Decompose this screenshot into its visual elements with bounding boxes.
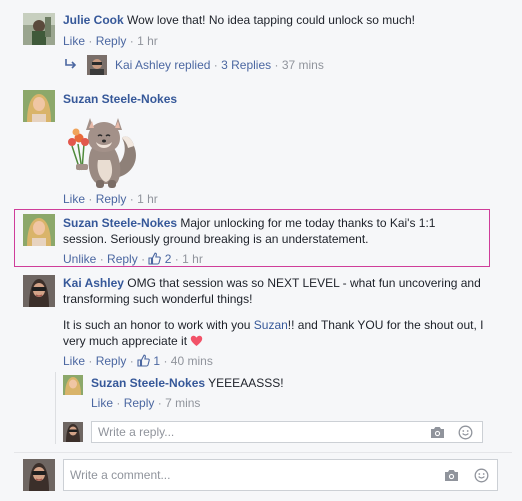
divider (14, 452, 512, 453)
comment-paragraph-2: It is such an honor to work with you Suz… (63, 318, 484, 332)
comment-actions: Like · Reply · 1 · 40 mins (63, 353, 213, 371)
comment-text: OMG that session was so NEXT LEVEL - wha… (127, 276, 481, 290)
comment-input[interactable]: Write a comment... (63, 459, 498, 491)
avatar-current-user (23, 459, 55, 491)
reply-arrow-icon (64, 58, 78, 73)
thumbs-up-icon[interactable] (148, 252, 162, 269)
like-link[interactable]: Like (63, 34, 85, 48)
smiley-icon[interactable] (474, 468, 489, 486)
comment-author[interactable]: Suzan Steele-Nokes (63, 216, 177, 230)
avatar-suzan-steele-nokes[interactable] (23, 90, 55, 122)
replies-summary[interactable]: Kai Ashley replied · 3 Replies · 37 mins (115, 57, 324, 73)
reply-link[interactable]: Reply (124, 396, 155, 410)
reply-thread-line (55, 372, 56, 444)
reply-input-placeholder: Write a reply... (98, 425, 175, 439)
like-link[interactable]: Like (91, 396, 113, 410)
reaction-count[interactable]: 1 (153, 354, 160, 368)
reply-author[interactable]: Suzan Steele-Nokes (91, 376, 205, 390)
avatar-suzan-steele-nokes[interactable] (23, 214, 55, 246)
comment-author[interactable]: Kai Ashley (63, 276, 124, 290)
like-link[interactable]: Like (63, 354, 85, 368)
replies-time: 37 mins (281, 58, 324, 72)
comment-actions: Like · Reply · 1 hr (63, 192, 158, 206)
comment-body: Suzan Steele-Nokes (63, 91, 177, 107)
comment-timestamp[interactable]: 1 hr (182, 252, 203, 266)
replies-author[interactable]: Kai Ashley (115, 58, 171, 72)
comment-author[interactable]: Julie Cook (63, 13, 124, 27)
reply-link[interactable]: Reply (107, 252, 138, 266)
replies-count[interactable]: 3 Replies (221, 58, 271, 72)
unlike-link[interactable]: Unlike (63, 252, 96, 266)
heart-emoji-icon (190, 335, 203, 351)
reply-link[interactable]: Reply (96, 34, 127, 48)
comment-input-placeholder: Write a comment... (70, 468, 171, 482)
reply-actions: Like · Reply · 7 mins (91, 396, 201, 410)
mention-suzan[interactable]: Suzan (254, 318, 288, 332)
replies-verb: replied (174, 58, 211, 72)
reaction-count[interactable]: 2 (165, 252, 172, 266)
comment-timestamp[interactable]: 40 mins (171, 354, 213, 368)
avatar-kai-ashley-small[interactable] (87, 55, 107, 75)
reply-text: YEEEAASSS! (208, 376, 284, 390)
fox-sticker[interactable] (62, 108, 144, 190)
smiley-icon[interactable] (458, 425, 473, 443)
reply-link[interactable]: Reply (96, 354, 127, 368)
comment-text: Major unlocking for me today thanks to K… (180, 216, 436, 230)
reply-input[interactable]: Write a reply... (91, 421, 483, 443)
comment-actions: Unlike · Reply · 2 · 1 hr (63, 251, 203, 269)
comment-timestamp[interactable]: 1 hr (137, 34, 158, 48)
reply-link[interactable]: Reply (96, 192, 127, 206)
like-link[interactable]: Like (63, 192, 85, 206)
reply-body: Suzan Steele-Nokes YEEEAASSS! (91, 375, 284, 391)
avatar-current-user-small (63, 422, 83, 442)
comment-text-continued: transforming such wonderful things! (63, 292, 253, 306)
camera-icon[interactable] (444, 469, 459, 485)
comment-timestamp[interactable]: 1 hr (137, 192, 158, 206)
avatar-suzan-steele-nokes-small[interactable] (63, 375, 83, 395)
avatar-julie-cook[interactable] (23, 13, 55, 45)
comment-body: Suzan Steele-Nokes Major unlocking for m… (63, 215, 435, 231)
comment-body: Kai Ashley OMG that session was so NEXT … (63, 275, 481, 291)
avatar-kai-ashley[interactable] (23, 275, 55, 307)
comment-author[interactable]: Suzan Steele-Nokes (63, 92, 177, 106)
comment-text-continued: session. Seriously ground breaking is an… (63, 232, 369, 246)
thumbs-up-icon[interactable] (137, 354, 150, 371)
comment-text: Wow love that! No idea tapping could unl… (127, 13, 415, 27)
comment-paragraph-2-continued: very much appreciate it (63, 333, 203, 351)
comment-actions: Like · Reply · 1 hr (63, 34, 158, 48)
camera-icon[interactable] (430, 426, 445, 442)
reply-timestamp[interactable]: 7 mins (165, 396, 200, 410)
comment-body: Julie Cook Wow love that! No idea tappin… (63, 12, 415, 28)
